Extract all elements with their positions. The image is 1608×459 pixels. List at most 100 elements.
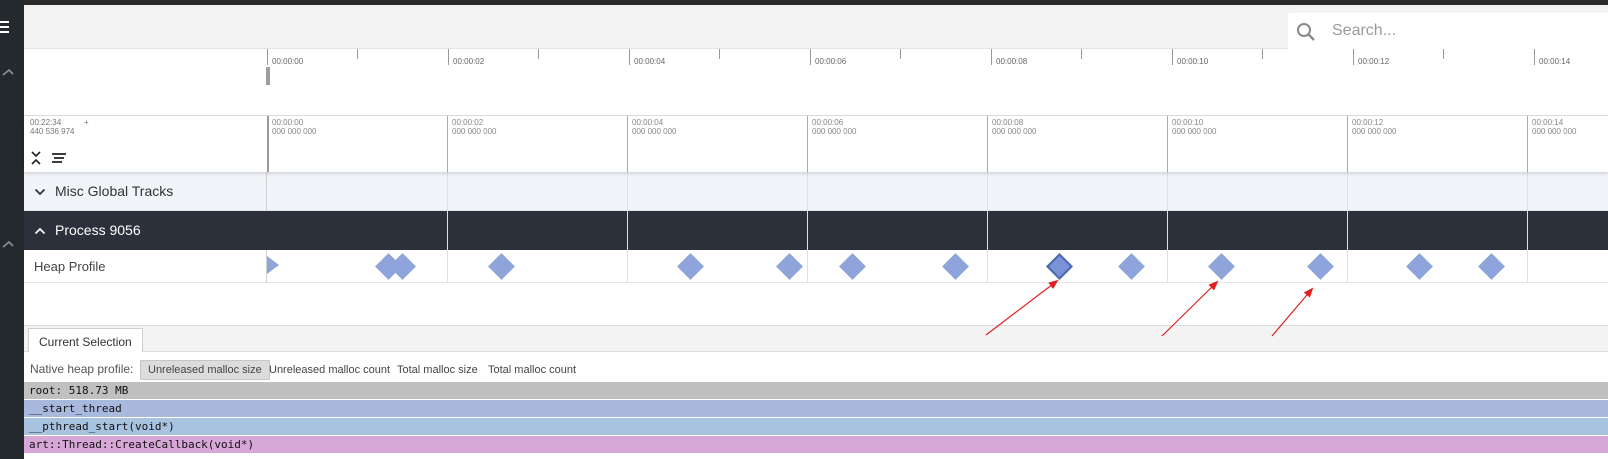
overview-tick (1534, 49, 1535, 65)
search-input[interactable] (1332, 19, 1608, 43)
tick-time: 00:00:14 (1532, 118, 1564, 127)
overview-tick (1353, 49, 1354, 65)
tick-ns: 000 000 000 (632, 127, 677, 136)
chevron-down-icon (34, 185, 46, 197)
overview-tick-label: 00:00:08 (996, 57, 1028, 66)
track-title-cell[interactable]: Heap Profile (24, 250, 267, 283)
flamegraph-frame[interactable]: art::Thread::CreateCallback(void*) (24, 436, 1608, 453)
tick-time: 00:00:12 (1352, 118, 1384, 127)
track-group-title: Misc Global Tracks (55, 183, 174, 199)
track-title: Heap Profile (34, 259, 106, 274)
heap-dump-marker[interactable] (1306, 253, 1334, 280)
overview-visible-window-handle[interactable] (266, 67, 270, 85)
overview-tick-label: 00:00:04 (634, 57, 666, 66)
overview-tick-label: 00:00:06 (815, 57, 847, 66)
time-axis-tick-label: 00:00:06 000 000 000 (812, 118, 857, 136)
time-axis-tick (1167, 116, 1168, 172)
overview-minor-tick (1443, 49, 1444, 59)
heap-dump-marker[interactable] (1117, 253, 1145, 280)
time-axis-tick (1347, 116, 1348, 172)
overview-tick-label: 00:00:02 (453, 57, 485, 66)
time-offset-readout: 00:22:34 440 536 974 (30, 118, 75, 136)
time-axis-tick-label: 00:00:14 000 000 000 (1532, 118, 1577, 136)
overview-tick (267, 49, 268, 65)
track-group-title: Process 9056 (55, 222, 141, 238)
overview-axis: 00:00:00 00:00:02 00:00:04 00:00:06 00:00:08… (267, 49, 1608, 66)
heap-dump-marker[interactable] (775, 253, 803, 280)
time-axis-tick (1527, 116, 1528, 172)
track-group-misc-global: Misc Global Tracks (24, 172, 1608, 211)
overview-minor-tick (900, 49, 901, 59)
overview-tick (1172, 49, 1173, 65)
chevron-up-icon (34, 224, 46, 236)
tick-time: 00:00:04 (632, 118, 664, 127)
track-group-header[interactable]: Misc Global Tracks (24, 172, 267, 211)
time-axis-tick (987, 116, 988, 172)
overview-tick (448, 49, 449, 65)
mode-button-total-malloc-size[interactable]: Total malloc size (389, 360, 486, 380)
heap-dump-marker[interactable] (942, 253, 969, 280)
tab-current-selection[interactable]: Current Selection (28, 328, 143, 354)
overview-tick-label: 00:00:12 (1358, 57, 1390, 66)
overview-minor-tick (538, 49, 539, 59)
chevron-up-icon[interactable] (1, 66, 15, 80)
top-header-bar (24, 5, 1608, 49)
heap-dump-marker[interactable] (487, 253, 515, 280)
track-heap-profile: Heap Profile (24, 250, 1608, 283)
time-axis-tick (807, 116, 808, 172)
time-axis-tick-label: 00:00:02 000 000 000 (452, 118, 497, 136)
perfetto-ui: 00:00:00 00:00:02 00:00:04 00:00:06 00:00:08… (0, 0, 1608, 459)
left-sidebar-rail (0, 0, 24, 459)
overview-tick (810, 49, 811, 65)
overview-minor-tick (357, 49, 358, 59)
tick-time: 00:00:02 (452, 118, 484, 127)
heap-profile-canvas[interactable] (267, 250, 1608, 283)
omnibox[interactable] (1288, 13, 1608, 49)
mode-button-unreleased-malloc-count[interactable]: Unreleased malloc count (261, 360, 398, 380)
sort-lines-icon[interactable] (50, 150, 68, 166)
time-axis-tick (447, 116, 448, 172)
tick-ns: 000 000 000 (1172, 127, 1217, 136)
mode-button-total-malloc-count[interactable]: Total malloc count (480, 360, 584, 380)
time-axis-tick (267, 116, 269, 172)
time-axis-tick-label: 00:00:12 000 000 000 (1352, 118, 1397, 136)
flamegraph-frame[interactable]: __pthread_start(void*) (24, 418, 1608, 435)
overview-tick (991, 49, 992, 65)
flamegraph-frame[interactable]: __start_thread (24, 400, 1608, 417)
flamegraph-frame[interactable]: root: 518.73 MB (24, 382, 1608, 399)
time-offset-time: 00:22:34 (30, 118, 62, 127)
overview-tick-label: 00:00:00 (272, 57, 304, 66)
heap-dump-marker[interactable] (838, 253, 866, 280)
hamburger-menu-icon[interactable] (0, 17, 12, 37)
collapse-all-icon[interactable] (30, 150, 48, 166)
tick-time: 00:00:10 (1172, 118, 1204, 127)
tick-ns: 000 000 000 (1352, 127, 1397, 136)
track-list-empty-space (24, 283, 1608, 325)
chevron-up-icon[interactable] (1, 238, 15, 252)
heap-dump-marker[interactable] (267, 256, 279, 274)
tick-time: 00:00:06 (812, 118, 844, 127)
heap-dump-marker[interactable] (1405, 253, 1433, 280)
overview-tick-label: 00:00:14 (1539, 57, 1571, 66)
overview-tick (629, 49, 630, 65)
time-axis-tick-label: 00:00:00 000 000 000 (272, 118, 317, 136)
tick-ns: 000 000 000 (812, 127, 857, 136)
overview-minor-tick (1081, 49, 1082, 59)
search-icon (1296, 22, 1316, 42)
tick-time: 00:00:08 (992, 118, 1024, 127)
details-panel: Native heap profile: Unreleased malloc s… (24, 352, 1608, 459)
heap-dump-marker[interactable] (1207, 253, 1235, 280)
time-axis-tick-label: 00:00:10 000 000 000 (1172, 118, 1217, 136)
mode-button-unreleased-malloc-size[interactable]: Unreleased malloc size (140, 360, 270, 380)
heap-dump-marker[interactable] (676, 253, 704, 280)
tick-ns: 000 000 000 (992, 127, 1037, 136)
overview-timeline[interactable]: 00:00:00 00:00:02 00:00:04 00:00:06 00:00:08… (24, 49, 1608, 116)
track-group-process[interactable]: Process 9056 (24, 211, 1608, 250)
overview-minor-tick (1262, 49, 1263, 59)
time-axis-panel: 00:22:34 440 536 974 + 00:00:00 000 000 0… (24, 116, 1608, 172)
native-heap-profile-label: Native heap profile: (30, 362, 134, 376)
tick-ns: 000 000 000 (1532, 127, 1577, 136)
heap-dump-marker-selected[interactable] (1045, 253, 1073, 280)
tick-ns: 000 000 000 (272, 127, 317, 136)
heap-dump-marker[interactable] (1477, 253, 1505, 280)
